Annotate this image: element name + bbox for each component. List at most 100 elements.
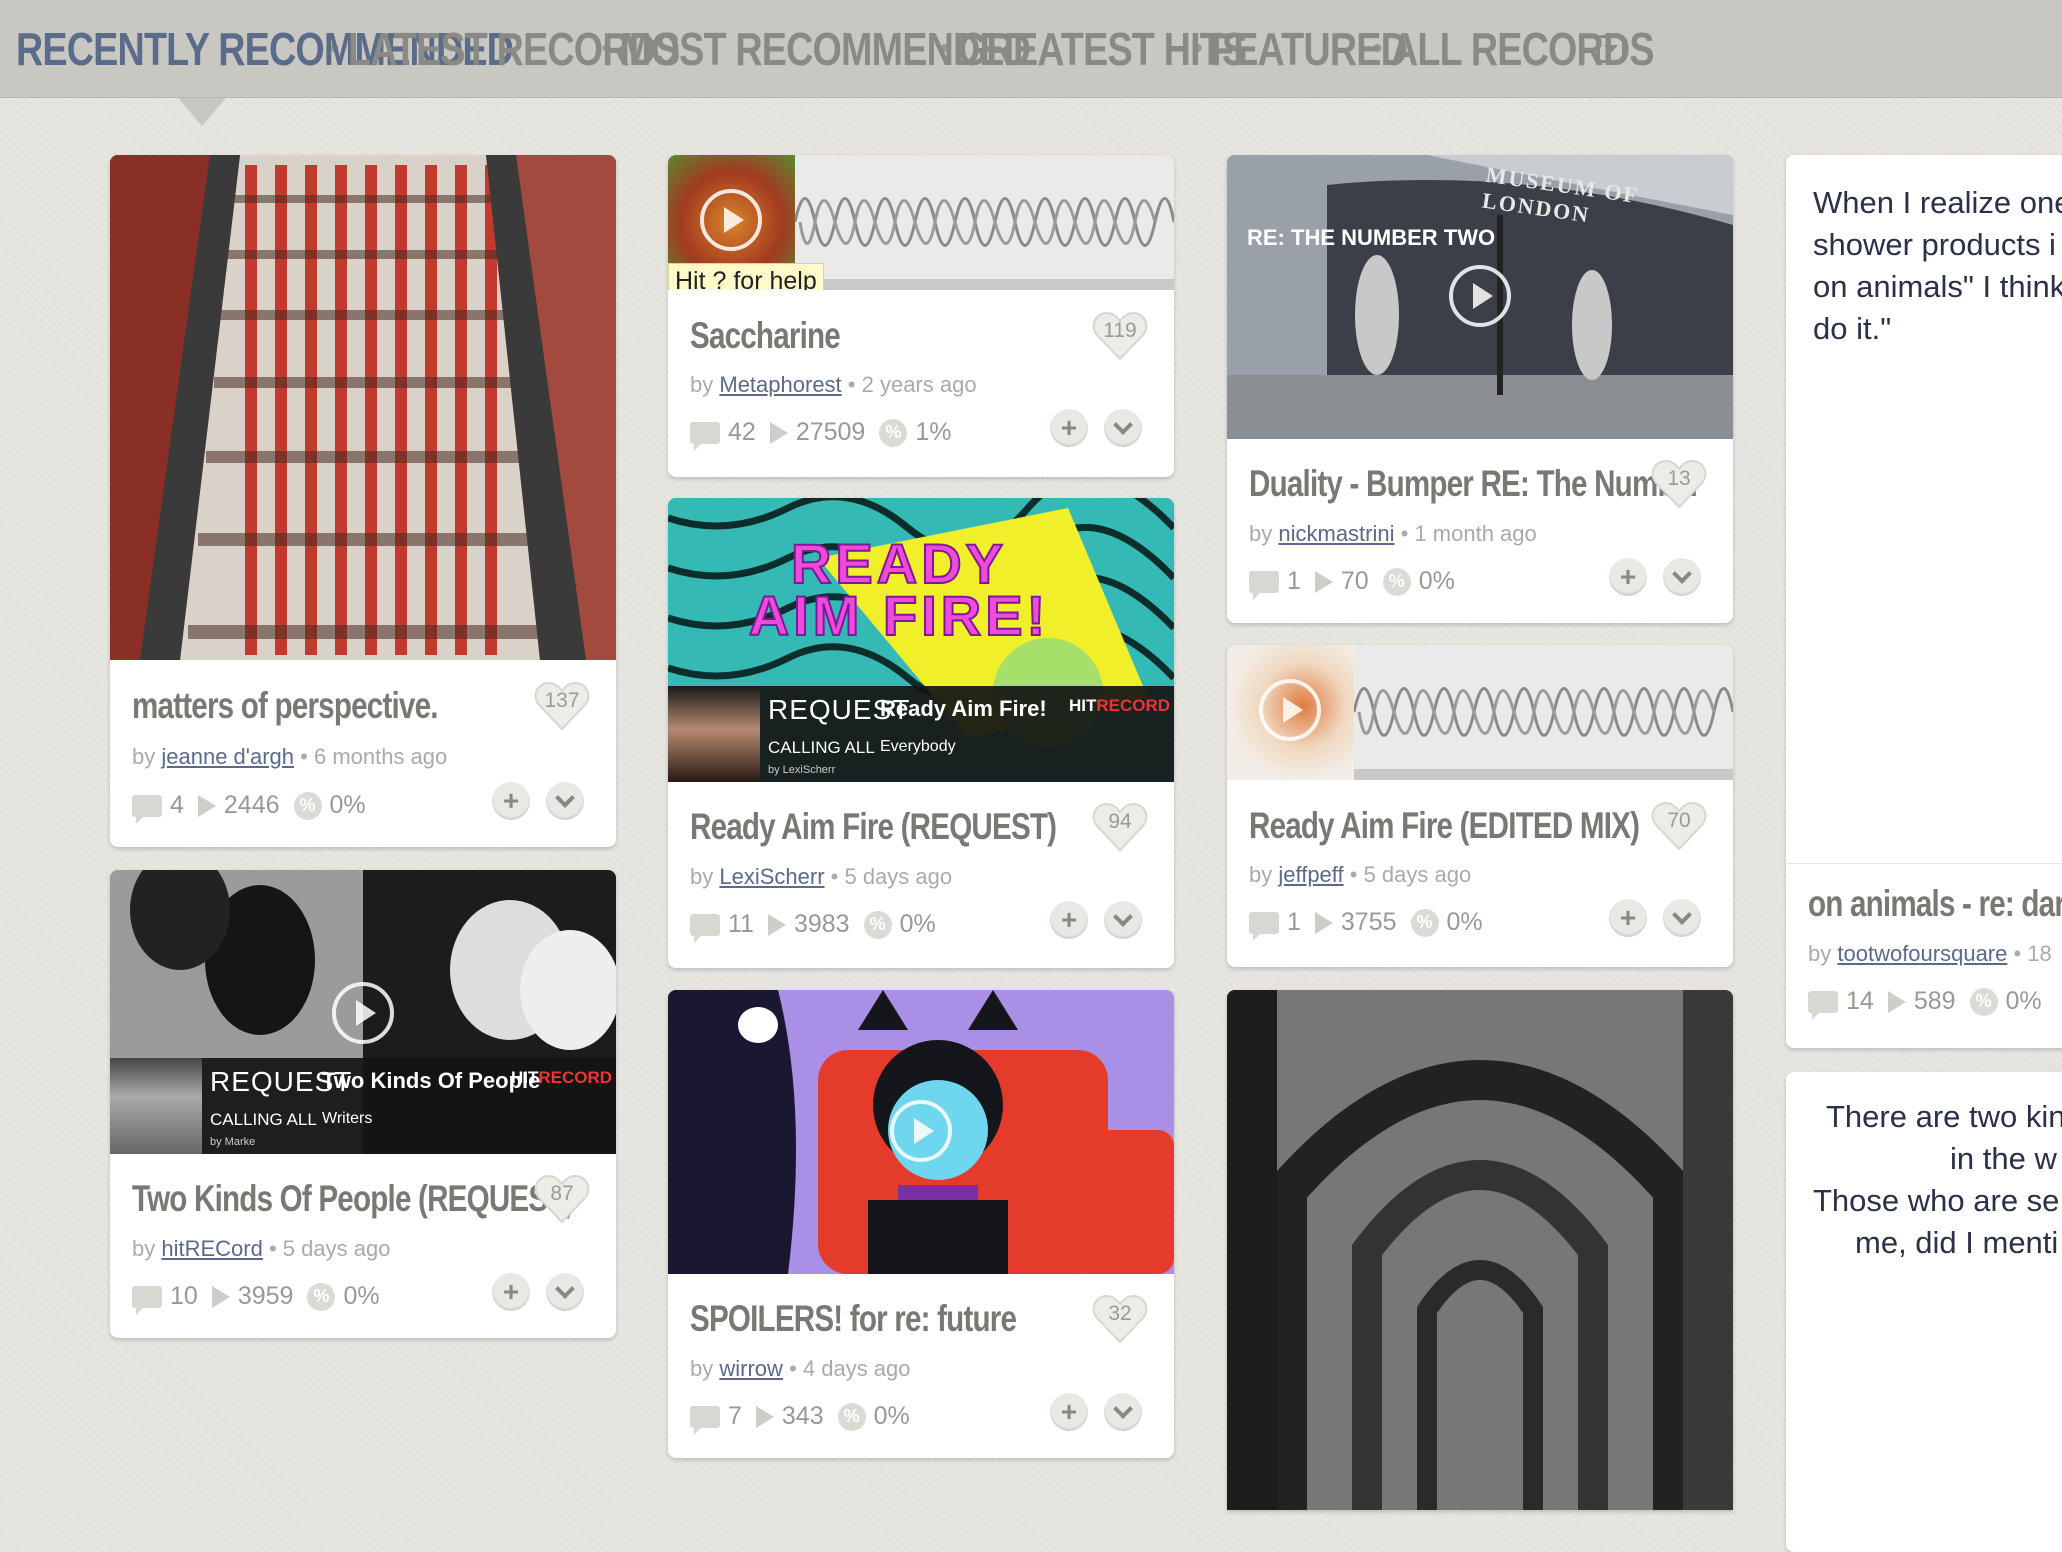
heart-icon[interactable]: 94 bbox=[1092, 802, 1148, 852]
record-card-saccharine[interactable]: Hit ? for help Saccharine by Metaphorest… bbox=[668, 155, 1174, 477]
heart-icon[interactable]: 87 bbox=[534, 1174, 590, 1224]
more-options-button[interactable] bbox=[546, 782, 584, 820]
record-card-spoilers[interactable]: SPOILERS! for re: future by wirrow • 4 d… bbox=[668, 990, 1174, 1458]
record-stats: 1 3755 % 0% bbox=[1249, 908, 1483, 941]
by-label: by bbox=[132, 1236, 156, 1261]
play-count-icon bbox=[767, 913, 786, 936]
add-button[interactable]: + bbox=[492, 782, 530, 820]
more-options-button[interactable] bbox=[1104, 1393, 1142, 1431]
play-icon[interactable] bbox=[700, 189, 762, 251]
comment-count: 1 bbox=[1287, 908, 1301, 936]
record-card-edited-mix[interactable]: Ready Aim Fire (EDITED MIX) by jeffpeff … bbox=[1227, 645, 1733, 967]
record-title[interactable]: Two Kinds Of People (REQUEST) bbox=[132, 1178, 574, 1220]
author-link[interactable]: jeanne d'argh bbox=[161, 744, 294, 769]
record-title[interactable]: SPOILERS! for re: future bbox=[690, 1298, 1017, 1340]
play-icon[interactable] bbox=[332, 982, 394, 1044]
play-icon[interactable] bbox=[1259, 679, 1321, 741]
record-age: • 5 days ago bbox=[830, 864, 953, 889]
author-link[interactable]: nickmastrini bbox=[1278, 521, 1394, 546]
record-stats: 10 3959 % 0% bbox=[132, 1282, 380, 1315]
play-icon[interactable] bbox=[890, 1100, 952, 1162]
escalator-thumbnail[interactable] bbox=[110, 155, 616, 660]
nav-greatest-hits[interactable]: GREATEST HITS bbox=[958, 22, 1247, 76]
ready-aim-fire-lettering: READY AIM FIRE! bbox=[748, 532, 1050, 647]
record-card-two-kinds[interactable]: REQUEST CALLING ALL Two Kinds Of People … bbox=[110, 870, 616, 1338]
percent-icon: % bbox=[1382, 567, 1411, 596]
record-age: • 2 years ago bbox=[847, 372, 977, 397]
play-count-icon bbox=[769, 421, 788, 444]
record-title[interactable]: Saccharine bbox=[690, 315, 841, 357]
nav-featured[interactable]: FEATURED bbox=[1211, 22, 1408, 76]
nav-most-recommended[interactable]: MOST RECOMMENDED bbox=[620, 22, 1031, 76]
author-link[interactable]: LexiScherr bbox=[719, 864, 824, 889]
record-card-perspective[interactable]: matters of perspective. by jeanne d'argh… bbox=[110, 155, 616, 847]
percent-value: 0% bbox=[343, 1282, 380, 1310]
nav-recently-recommended[interactable]: RECENTLY RECOMMENDED bbox=[16, 22, 514, 76]
heart-count: 137 bbox=[544, 689, 580, 712]
author-link[interactable]: jeffpeff bbox=[1278, 862, 1343, 887]
more-options-button[interactable] bbox=[1104, 409, 1142, 447]
author-link[interactable]: hitRECord bbox=[161, 1236, 262, 1261]
comment-count: 4 bbox=[170, 791, 184, 819]
spoilers-thumbnail[interactable] bbox=[668, 990, 1174, 1274]
record-card-two-kinds-text[interactable]: There are two kin in the w Those who are… bbox=[1786, 1072, 2062, 1552]
record-card-ready-aim-fire[interactable]: READY AIM FIRE! REQUEST CALLING ALL Read… bbox=[668, 498, 1174, 968]
heart-icon[interactable]: 32 bbox=[1092, 1294, 1148, 1344]
audio-waveform-thumbnail[interactable] bbox=[1227, 645, 1733, 780]
duality-thumbnail[interactable]: RE: THE NUMBER TWO MUSEUM OF LONDON bbox=[1227, 155, 1733, 439]
add-button[interactable]: + bbox=[1050, 1393, 1088, 1431]
add-button[interactable]: + bbox=[492, 1273, 530, 1311]
record-title[interactable]: matters of perspective. bbox=[132, 685, 438, 727]
request-author: by Marke bbox=[210, 1136, 256, 1148]
record-card-on-animals[interactable]: When I realize one shower products i on … bbox=[1786, 155, 2062, 1048]
author-link[interactable]: Metaphorest bbox=[719, 372, 841, 397]
heart-icon[interactable]: 13 bbox=[1651, 459, 1707, 509]
record-title[interactable]: Ready Aim Fire (EDITED MIX) bbox=[1249, 805, 1640, 847]
author-link[interactable]: wirrow bbox=[719, 1356, 783, 1381]
record-title[interactable]: Duality - Bumper RE: The Numb... bbox=[1249, 463, 1698, 505]
heart-icon[interactable]: 119 bbox=[1092, 311, 1148, 361]
record-title[interactable]: on animals - re: dark th bbox=[1808, 883, 2062, 925]
record-card-duality[interactable]: RE: THE NUMBER TWO MUSEUM OF LONDON Dual… bbox=[1227, 155, 1733, 623]
heart-icon[interactable]: 70 bbox=[1651, 801, 1707, 851]
more-options-button[interactable] bbox=[1104, 901, 1142, 939]
heart-icon[interactable]: 137 bbox=[534, 681, 590, 731]
ready-aim-fire-thumbnail[interactable]: READY AIM FIRE! REQUEST CALLING ALL Read… bbox=[668, 498, 1174, 782]
record-title[interactable]: Ready Aim Fire (REQUEST) bbox=[690, 806, 1057, 848]
percent-value: 0% bbox=[1446, 908, 1483, 936]
record-card-arches[interactable] bbox=[1227, 990, 1733, 1510]
arches-painting-thumbnail[interactable] bbox=[1227, 990, 1733, 1510]
comment-count: 11 bbox=[728, 910, 754, 938]
more-options-button[interactable] bbox=[546, 1273, 584, 1311]
more-options-button[interactable] bbox=[1663, 899, 1701, 937]
add-button[interactable]: + bbox=[1609, 558, 1647, 596]
by-label: by bbox=[690, 372, 714, 397]
play-count: 3983 bbox=[793, 910, 850, 938]
record-stats: 4 2446 % 0% bbox=[132, 791, 366, 824]
heart-count: 13 bbox=[1667, 467, 1691, 490]
add-button[interactable]: + bbox=[1050, 409, 1088, 447]
request-title: Ready Aim Fire! bbox=[880, 696, 1047, 721]
record-stats: 14 589 % 0% bbox=[1808, 987, 2042, 1020]
nav-all-records[interactable]: ALL RECORDS bbox=[1391, 22, 1655, 76]
nav-items: RECENTLY RECOMMENDED • LATEST RECORDS • … bbox=[16, 22, 1655, 76]
nav-latest-records[interactable]: LATEST RECORDS bbox=[348, 22, 680, 76]
add-button[interactable]: + bbox=[1609, 899, 1647, 937]
audio-waveform-thumbnail[interactable]: Hit ? for help bbox=[668, 155, 1174, 290]
play-count: 3755 bbox=[1340, 908, 1397, 936]
by-label: by bbox=[1249, 521, 1273, 546]
add-button[interactable]: + bbox=[1050, 901, 1088, 939]
quote-line: in the w bbox=[1950, 1141, 2057, 1176]
comment-icon bbox=[132, 1285, 162, 1315]
percent-value: 0% bbox=[899, 910, 936, 938]
play-icon[interactable] bbox=[1449, 265, 1511, 327]
percent-value: 1% bbox=[915, 418, 952, 446]
comment-icon bbox=[690, 913, 720, 943]
two-kinds-thumbnail[interactable]: REQUEST CALLING ALL Two Kinds Of People … bbox=[110, 870, 616, 1154]
author-link[interactable]: tootwofoursquare bbox=[1837, 941, 2007, 966]
more-options-button[interactable] bbox=[1663, 558, 1701, 596]
chevron-down-icon bbox=[1113, 1399, 1133, 1419]
quote-text: When I realize one shower products i on … bbox=[1813, 182, 2062, 350]
play-count-icon bbox=[211, 1285, 230, 1308]
hitrecord-logo: HITRECORD bbox=[1068, 696, 1170, 715]
